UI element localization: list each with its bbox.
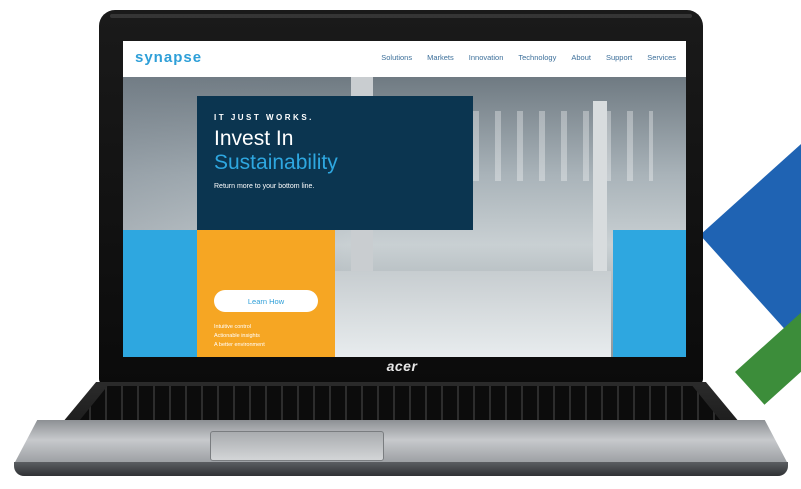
nav-item-innovation[interactable]: Innovation <box>469 53 504 62</box>
hero-headline-line1: Invest In <box>214 127 294 150</box>
hero-subtitle: Return more to your bottom line. <box>214 183 315 190</box>
site-header: synapse Solutions Markets Innovation Tec… <box>123 41 686 77</box>
laptop-brand-logo: acer <box>386 358 418 374</box>
hero-tagline: IT JUST WORKS. <box>214 113 314 122</box>
hero-text-panel: IT JUST WORKS. Invest In Sustainability … <box>197 96 473 230</box>
nav-item-technology[interactable]: Technology <box>518 53 556 62</box>
learn-how-button[interactable]: Learn How <box>214 290 318 312</box>
laptop-lid-highlight <box>110 14 692 18</box>
site-logo[interactable]: synapse <box>135 49 202 66</box>
warehouse-floor <box>335 271 611 357</box>
feature-item: Actionable insights <box>214 333 260 339</box>
laptop-touchpad <box>210 431 384 461</box>
hero-headline-line2: Sustainability <box>214 151 338 174</box>
warehouse-lights <box>473 111 653 181</box>
nav-item-about[interactable]: About <box>571 53 591 62</box>
main-nav: Solutions Markets Innovation Technology … <box>366 53 676 62</box>
background-stripe-blue <box>700 87 801 347</box>
laptop-base <box>14 462 788 476</box>
laptop-screen: synapse Solutions Markets Innovation Tec… <box>123 41 686 357</box>
nav-item-services[interactable]: Services <box>647 53 676 62</box>
feature-list: Intuitive control Actionable insights A … <box>214 323 265 350</box>
nav-item-support[interactable]: Support <box>606 53 632 62</box>
feature-item: Intuitive control <box>214 324 251 330</box>
hero-accent-blue-right <box>613 230 686 357</box>
nav-item-solutions[interactable]: Solutions <box>381 53 412 62</box>
hero-accent-blue-left <box>123 230 197 357</box>
laptop-palmrest <box>14 420 788 464</box>
feature-item: A better environment <box>214 342 265 348</box>
nav-item-markets[interactable]: Markets <box>427 53 454 62</box>
